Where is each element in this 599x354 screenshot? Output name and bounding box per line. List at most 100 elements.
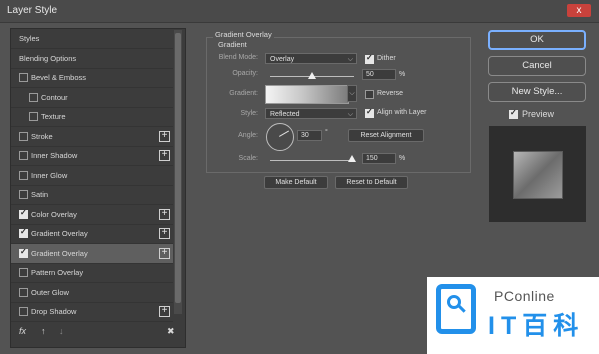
scale-unit: %	[399, 155, 406, 162]
preview-label: Preview	[522, 109, 555, 119]
style-checkbox[interactable]	[19, 287, 28, 297]
style-item-label: Gradient Overlay	[31, 248, 88, 258]
style-item-label: Texture	[41, 112, 66, 121]
opacity-slider-thumb[interactable]	[308, 72, 316, 79]
move-up-icon[interactable]: ↑	[41, 326, 46, 336]
cancel-button[interactable]: Cancel	[488, 56, 586, 76]
style-item[interactable]: Bevel & Emboss	[11, 68, 173, 88]
add-style-icon[interactable]: +	[159, 247, 170, 259]
style-item-label: Satin	[31, 190, 49, 199]
watermark-cn: IT百科	[488, 312, 585, 340]
style-checkbox[interactable]	[19, 247, 28, 258]
style-item[interactable]: Styles	[11, 29, 173, 49]
add-style-icon[interactable]: +	[159, 208, 170, 220]
style-checkbox[interactable]	[29, 112, 38, 121]
pconline-logo-icon	[436, 284, 476, 334]
angle-field[interactable]: 30	[297, 130, 322, 141]
style-checkbox[interactable]	[19, 208, 28, 219]
style-item-label: Styles	[19, 34, 40, 43]
style-item-label: Stroke	[31, 131, 53, 141]
style-item-label: Blending Options	[19, 53, 77, 63]
style-item[interactable]: Gradient Overlay +	[11, 243, 173, 264]
reverse-label: Reverse	[377, 90, 404, 97]
add-style-icon[interactable]: +	[159, 130, 170, 142]
style-checkbox[interactable]	[19, 268, 28, 277]
opacity-label: Opacity:	[232, 70, 258, 77]
style-item-label: Pattern Overlay	[31, 268, 84, 277]
style-item-label: Outer Glow	[31, 287, 69, 297]
reset-to-default-button[interactable]: Reset to Default	[335, 176, 408, 189]
group-subtitle: Gradient	[218, 40, 247, 49]
dither-label: Dither	[377, 55, 396, 62]
chevron-down-icon: ⌵	[347, 111, 353, 118]
style-item[interactable]: Stroke +	[11, 127, 173, 147]
preview-thumbnail	[513, 151, 563, 199]
opacity-field[interactable]: 50	[362, 69, 396, 80]
style-item-label: Drop Shadow	[31, 307, 77, 316]
make-default-button[interactable]: Make Default	[264, 176, 328, 189]
style-item-label: Inner Glow	[31, 170, 68, 180]
style-item-label: Inner Shadow	[31, 151, 78, 160]
style-checkbox[interactable]	[19, 307, 28, 316]
style-item-label: Contour	[41, 92, 68, 102]
style-checkbox[interactable]	[19, 227, 28, 238]
reset-alignment-button[interactable]: Reset Alignment	[348, 129, 424, 142]
styles-toolbar: fx ↑ ↓ ✖	[10, 322, 184, 346]
style-checkbox[interactable]	[19, 131, 28, 141]
add-style-icon[interactable]: +	[159, 306, 170, 317]
close-button[interactable]: x	[567, 4, 591, 17]
gradient-dropdown-icon[interactable]: ⌵	[347, 85, 357, 102]
title-bar	[0, 0, 599, 23]
style-item[interactable]: Gradient Overlay +	[11, 224, 173, 244]
new-style-button[interactable]: New Style...	[488, 82, 586, 102]
gradient-swatch[interactable]	[265, 85, 349, 104]
preview-checkbox[interactable]	[509, 108, 518, 119]
style-item[interactable]: Color Overlay +	[11, 205, 173, 225]
window-title: Layer Style	[7, 5, 58, 16]
move-down-icon[interactable]: ↓	[59, 326, 64, 336]
watermark-brand: PConline	[494, 288, 555, 304]
scale-field[interactable]: 150	[362, 153, 396, 164]
style-item[interactable]: Contour	[11, 88, 173, 108]
trash-icon[interactable]: ✖	[167, 326, 175, 337]
style-item[interactable]: Inner Glow	[11, 166, 173, 186]
style-item-label: Gradient Overlay	[31, 229, 88, 238]
blend-mode-value: Overlay	[270, 56, 295, 63]
ok-button[interactable]: OK	[488, 30, 586, 50]
style-select[interactable]: Reflected ⌵	[265, 108, 357, 119]
angle-unit: °	[325, 129, 328, 136]
angle-label: Angle:	[238, 132, 258, 139]
style-label: Style:	[240, 110, 258, 117]
gradient-label: Gradient:	[229, 90, 258, 97]
align-with-layer-label: Align with Layer	[377, 109, 427, 116]
reverse-checkbox[interactable]	[365, 90, 374, 99]
style-item-label: Color Overlay	[31, 209, 77, 219]
style-item[interactable]: Drop Shadow +	[11, 302, 173, 322]
angle-dial[interactable]	[266, 123, 294, 151]
style-value: Reflected	[270, 111, 300, 118]
style-item[interactable]: Outer Glow	[11, 283, 173, 303]
style-item[interactable]: Blending Options	[11, 49, 173, 69]
blend-mode-label: Blend Mode:	[218, 54, 258, 61]
scale-label: Scale:	[238, 155, 258, 162]
style-checkbox[interactable]	[19, 73, 28, 82]
fx-icon[interactable]: fx	[19, 326, 26, 336]
blend-mode-select[interactable]: Overlay ⌵	[265, 53, 357, 64]
scale-slider-track[interactable]	[270, 160, 354, 161]
opacity-unit: %	[399, 71, 406, 78]
dither-checkbox[interactable]	[365, 53, 374, 64]
group-title: Gradient Overlay	[213, 30, 274, 39]
add-style-icon[interactable]: +	[159, 150, 170, 161]
add-style-icon[interactable]: +	[159, 228, 170, 239]
style-item[interactable]: Satin	[11, 185, 173, 205]
style-item[interactable]: Inner Shadow +	[11, 146, 173, 166]
style-checkbox[interactable]	[19, 170, 28, 180]
style-checkbox[interactable]	[29, 92, 38, 102]
scale-slider-thumb[interactable]	[348, 155, 357, 162]
style-checkbox[interactable]	[19, 151, 28, 160]
scrollbar-thumb[interactable]	[175, 33, 181, 303]
style-item[interactable]: Texture	[11, 107, 173, 127]
style-checkbox[interactable]	[19, 190, 28, 199]
align-with-layer-checkbox[interactable]	[365, 107, 374, 118]
style-item[interactable]: Pattern Overlay	[11, 263, 173, 283]
